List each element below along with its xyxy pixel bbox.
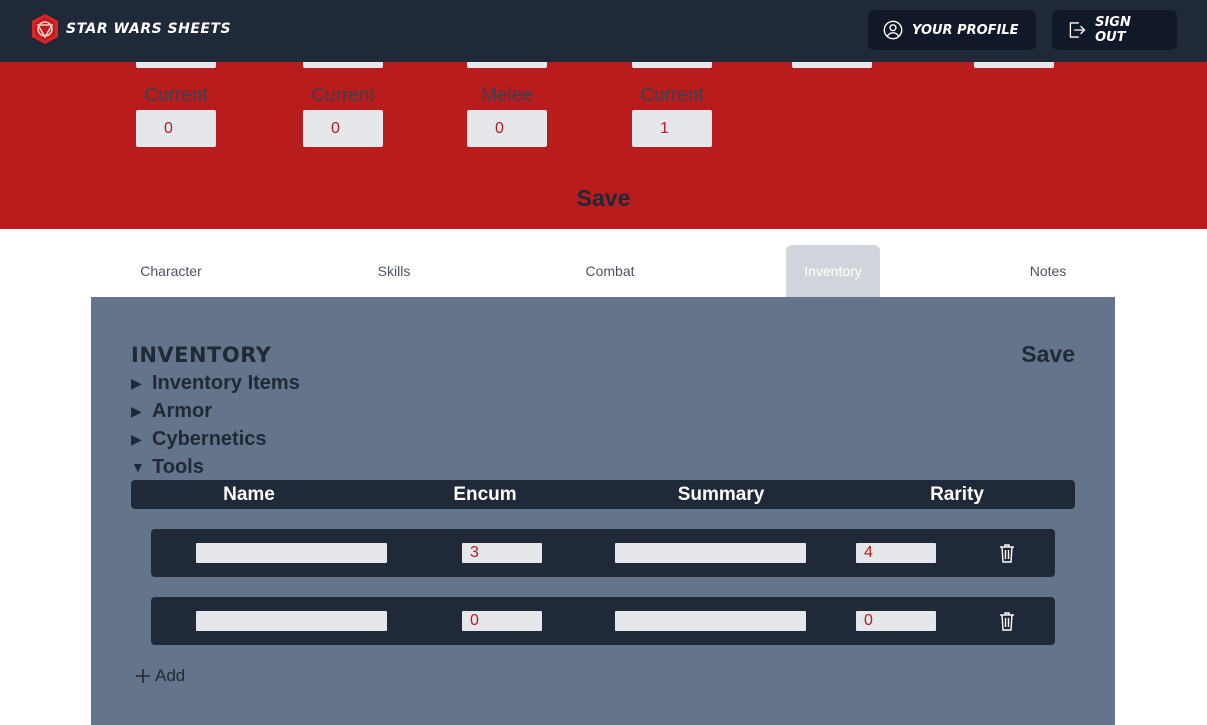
column-header-encum: Encum xyxy=(453,484,517,505)
summary-input[interactable] xyxy=(615,543,806,563)
caret-right-icon: ▶ xyxy=(131,402,142,419)
table-row: 3 4 xyxy=(151,529,1055,577)
trash-icon[interactable] xyxy=(999,543,1015,563)
encum-input[interactable]: 0 xyxy=(462,611,542,631)
section-label: Tools xyxy=(152,455,204,478)
stat-current-3: Current 1 xyxy=(632,84,712,147)
brand[interactable]: Star Wars Sheets xyxy=(29,13,231,45)
trash-icon[interactable] xyxy=(999,611,1015,631)
stat-input[interactable]: 0 xyxy=(303,110,383,147)
caret-right-icon: ▶ xyxy=(131,430,142,447)
column-header-name: Name xyxy=(223,484,275,505)
add-label: Add xyxy=(155,666,186,685)
section-cybernetics[interactable]: ▶ Cybernetics xyxy=(131,426,267,452)
section-label: Cybernetics xyxy=(152,427,267,450)
tab-skills[interactable]: Skills xyxy=(347,245,441,297)
rarity-input[interactable]: 0 xyxy=(856,611,936,631)
inventory-save-button[interactable]: Save xyxy=(1021,341,1075,368)
summary-input[interactable] xyxy=(615,611,806,631)
your-profile-label: Your Profile xyxy=(912,22,1019,38)
stats-save-button[interactable]: Save xyxy=(0,185,1207,212)
stat-label: Current xyxy=(640,85,704,106)
caret-down-icon: ▼ xyxy=(131,459,145,475)
plus-icon xyxy=(136,669,150,683)
rebel-logo-icon xyxy=(32,14,58,44)
name-input[interactable] xyxy=(196,543,387,563)
tab-combat[interactable]: Combat xyxy=(563,245,657,297)
section-label: Armor xyxy=(152,399,213,422)
section-tools[interactable]: ▼ Tools xyxy=(131,454,204,480)
tab-notes[interactable]: Notes xyxy=(1001,245,1095,297)
stat-input[interactable]: 1 xyxy=(632,110,712,147)
tab-character[interactable]: Character xyxy=(124,245,218,297)
rarity-input[interactable]: 4 xyxy=(856,543,936,563)
user-circle-icon xyxy=(883,20,903,40)
stat-label: Current xyxy=(144,85,208,106)
sign-out-button[interactable]: Sign Out xyxy=(1052,10,1177,50)
add-tool-button[interactable]: Add xyxy=(135,666,185,686)
stat-input[interactable]: 0 xyxy=(136,110,216,147)
column-header-rarity: Rarity xyxy=(930,484,984,505)
stat-label: Current xyxy=(311,85,375,106)
section-label: Inventory Items xyxy=(152,371,300,394)
name-input[interactable] xyxy=(196,611,387,631)
section-armor[interactable]: ▶ Armor xyxy=(131,398,212,424)
stat-input[interactable]: 0 xyxy=(467,110,547,147)
encum-input[interactable]: 3 xyxy=(462,543,542,563)
stat-current-1: Current 0 xyxy=(136,84,216,147)
table-row: 0 0 xyxy=(151,597,1055,645)
column-header-summary: Summary xyxy=(677,484,765,505)
tools-table-header: Name Encum Summary Rarity xyxy=(131,480,1075,509)
panel-title: Inventory xyxy=(131,343,272,367)
tab-inventory[interactable]: Inventory xyxy=(786,245,880,297)
stat-label: Melee xyxy=(481,85,533,106)
section-inventory-items[interactable]: ▶ Inventory Items xyxy=(131,370,300,396)
brand-name: Star Wars Sheets xyxy=(66,21,232,37)
caret-right-icon: ▶ xyxy=(131,374,142,391)
sign-out-icon xyxy=(1069,22,1086,38)
stat-current-2: Current 0 xyxy=(303,84,383,147)
inventory-panel: Inventory Save ▶ Inventory Items ▶ Armor… xyxy=(91,297,1115,725)
your-profile-button[interactable]: Your Profile xyxy=(868,10,1036,50)
top-navbar: Star Wars Sheets Your Profile Sign Out xyxy=(0,0,1207,62)
stat-melee: Melee 0 xyxy=(467,84,547,147)
sign-out-label: Sign Out xyxy=(1095,15,1131,45)
